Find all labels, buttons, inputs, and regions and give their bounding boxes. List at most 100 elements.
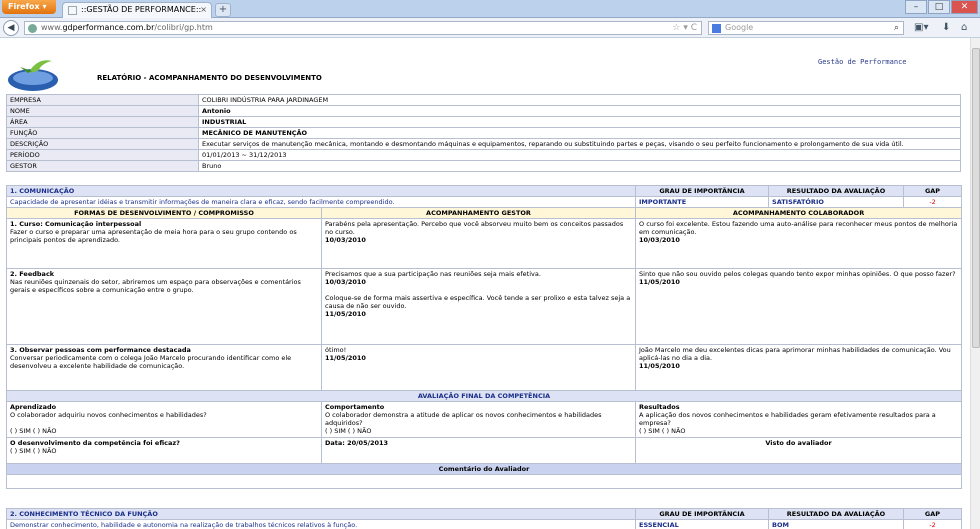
result-value: SATISFATÓRIO [768, 196, 905, 208]
info-value: Bruno [198, 160, 961, 172]
action-title: 3. Observar pessoas com performance dest… [10, 346, 191, 354]
info-label: NOME [6, 105, 199, 117]
search-icon[interactable]: ⌕ [894, 22, 899, 34]
results-question: A aplicação dos novos conhecimentos e ha… [639, 411, 936, 427]
manager-note: Precisamos que a sua participação nas re… [325, 270, 541, 278]
competency-1-table: 1. COMUNICAÇÃO GRAU DE IMPORTÂNCIA RESUL… [5, 185, 963, 489]
behavior-title: Comportamento [325, 403, 385, 411]
new-tab-button[interactable]: + [215, 3, 231, 17]
home-icon[interactable]: ⌂ [961, 22, 967, 33]
forms-header: FORMAS DE DESENVOLVIMENTO / COMPROMISSO [6, 207, 322, 219]
importance-value: IMPORTANTE [635, 196, 770, 208]
back-button[interactable]: ◀ [3, 20, 19, 36]
final-evaluation-title: AVALIAÇÃO FINAL DA COMPETÊNCIA [5, 390, 963, 402]
minimize-button[interactable]: – [905, 0, 927, 14]
development-row: 3. Observar pessoas com performance dest… [6, 344, 963, 391]
info-label: ÁREA [6, 116, 199, 128]
info-row: EMPRESA COLIBRI INDÚSTRIA PARA JARDINAGEM [6, 94, 961, 106]
maximize-button[interactable]: □ [928, 0, 950, 14]
results-options[interactable]: ( ) SIM ( ) NÃO [639, 427, 685, 435]
browser-navbar: ◀ www.gdperformance.com.br/colibri/gp.ht… [0, 18, 980, 38]
info-row: NOME Antonio [6, 105, 961, 117]
info-value: 01/01/2013 ~ 31/12/2013 [198, 149, 961, 161]
action-title: 2. Feedback [10, 270, 55, 278]
effectiveness-options[interactable]: ( ) SIM ( ) NÃO [10, 447, 56, 455]
competency-description: Capacidade de apresentar idéias e transm… [5, 196, 637, 208]
effectiveness-question: O desenvolvimento da competência foi efi… [10, 439, 180, 447]
manager-header: ACOMPANHAMENTO GESTOR [320, 207, 637, 219]
action-title: 1. Curso: Comunicação interpessoal [10, 220, 142, 228]
info-value: COLIBRI INDÚSTRIA PARA JARDINAGEM [198, 94, 961, 106]
download-icon[interactable]: ⬇ [942, 22, 950, 33]
google-icon [712, 24, 721, 33]
importance-header: GRAU DE IMPORTÂNCIA [635, 508, 769, 520]
addons-icon[interactable]: ▣▾ [914, 22, 928, 33]
competency-title: 1. COMUNICAÇÃO [5, 185, 637, 197]
behavior-question: O colaborador demonstra a atitude de apl… [325, 411, 602, 427]
collaborator-date: 11/05/2010 [639, 362, 680, 370]
collaborator-note: O curso foi excelente. Estou fazendo uma… [639, 220, 958, 236]
browser-titlebar: Firefox ▾ ::GESTÃO DE PERFORMANCE:: × + –… [0, 0, 980, 18]
info-row: GESTOR Bruno [6, 160, 961, 172]
info-row: PERÍODO 01/01/2013 ~ 31/12/2013 [6, 149, 961, 161]
learning-title: Aprendizado [10, 403, 57, 411]
learning-question: O colaborador adquiriu novos conheciment… [10, 411, 207, 419]
info-row: ÁREA INDUSTRIAL [6, 116, 961, 128]
info-value: Executar serviços de manutenção mecânica… [198, 138, 961, 150]
browser-tab[interactable]: ::GESTÃO DE PERFORMANCE:: × [62, 2, 212, 18]
report-title: RELATÓRIO - ACOMPANHAMENTO DO DESENVOLVI… [97, 74, 322, 82]
manager-date: 10/03/2010 [325, 236, 366, 244]
collaborator-header: ACOMPANHAMENTO COLABORADOR [635, 207, 963, 219]
gap-header: GAP [903, 508, 962, 520]
info-label: FUNÇÃO [6, 127, 199, 139]
competency-2-table: 2. CONHECIMENTO TÉCNICO DA FUNÇÃO GRAU D… [6, 508, 962, 529]
info-value: Antonio [198, 105, 961, 117]
development-row: 1. Curso: Comunicação interpessoal Fazer … [6, 218, 963, 269]
info-label: GESTOR [6, 160, 199, 172]
results-title: Resultados [639, 403, 680, 411]
info-value: MECÂNICO DE MANUTENÇÃO [198, 127, 961, 139]
manager-note: ótimo! [325, 346, 347, 354]
learning-options[interactable]: ( ) SIM ( ) NÃO [10, 427, 56, 435]
globe-icon [28, 24, 37, 33]
vertical-scrollbar[interactable] [970, 38, 980, 529]
close-window-button[interactable]: ✕ [951, 0, 978, 14]
address-bar[interactable]: www.gdperformance.com.br/colibri/gp.htm ☆… [24, 21, 702, 35]
info-label: DESCRIÇÃO [6, 138, 199, 150]
collaborator-date: 11/05/2010 [639, 278, 680, 286]
info-row: FUNÇÃO MECÂNICO DE MANUTENÇÃO [6, 127, 961, 139]
info-label: PERÍODO [6, 149, 199, 161]
manager-date: 10/03/2010 [325, 278, 366, 286]
employee-info-table: EMPRESA COLIBRI INDÚSTRIA PARA JARDINAGEM… [6, 94, 961, 172]
info-value: INDUSTRIAL [198, 116, 961, 128]
report-page: RELATÓRIO - ACOMPANHAMENTO DO DESENVOLVI… [0, 38, 970, 529]
action-text: Conversar periodicamente com o colega Jo… [10, 354, 292, 370]
gap-value: -2 [903, 519, 962, 529]
page-icon [68, 6, 77, 15]
collaborator-note: João Marcelo me deu excelentes dicas par… [639, 346, 951, 362]
action-text: Fazer o curso e preparar uma apresentaçã… [10, 228, 297, 244]
colibri-logo [8, 60, 58, 91]
action-text: Nas reuniões quinzenais do setor, abrire… [10, 278, 301, 294]
firefox-menu-button[interactable]: Firefox ▾ [2, 0, 56, 14]
bookmark-star-icon[interactable]: ☆ ▾ C [672, 22, 697, 34]
manager-note-2: Coloque-se de forma mais assertiva e esp… [325, 294, 631, 310]
collaborator-date: 10/03/2010 [639, 236, 680, 244]
behavior-options[interactable]: ( ) SIM ( ) NÃO [325, 427, 371, 435]
manager-date: 11/05/2010 [325, 354, 366, 362]
manager-date-2: 11/05/2010 [325, 310, 366, 318]
info-label: EMPRESA [6, 94, 199, 106]
search-field[interactable]: Google ⌕ [708, 21, 904, 35]
evaluator-comment-box[interactable] [5, 474, 963, 489]
close-tab-icon[interactable]: × [200, 3, 207, 17]
competency-description: Demonstrar conhecimento, habilidade e au… [6, 519, 636, 529]
scrollbar-thumb[interactable] [972, 48, 980, 348]
brand-text: Gestão de Performance [818, 58, 907, 66]
gap-header: GAP [903, 185, 963, 197]
competency-title: 2. CONHECIMENTO TÉCNICO DA FUNÇÃO [6, 508, 636, 520]
importance-header: GRAU DE IMPORTÂNCIA [635, 185, 770, 197]
development-row: 2. Feedback Nas reuniões quinzenais do se… [6, 268, 963, 345]
result-value: BOM [768, 519, 904, 529]
result-header: RESULTADO DA AVALIAÇÃO [768, 185, 905, 197]
info-row: DESCRIÇÃO Executar serviços de manutenção… [6, 138, 961, 150]
